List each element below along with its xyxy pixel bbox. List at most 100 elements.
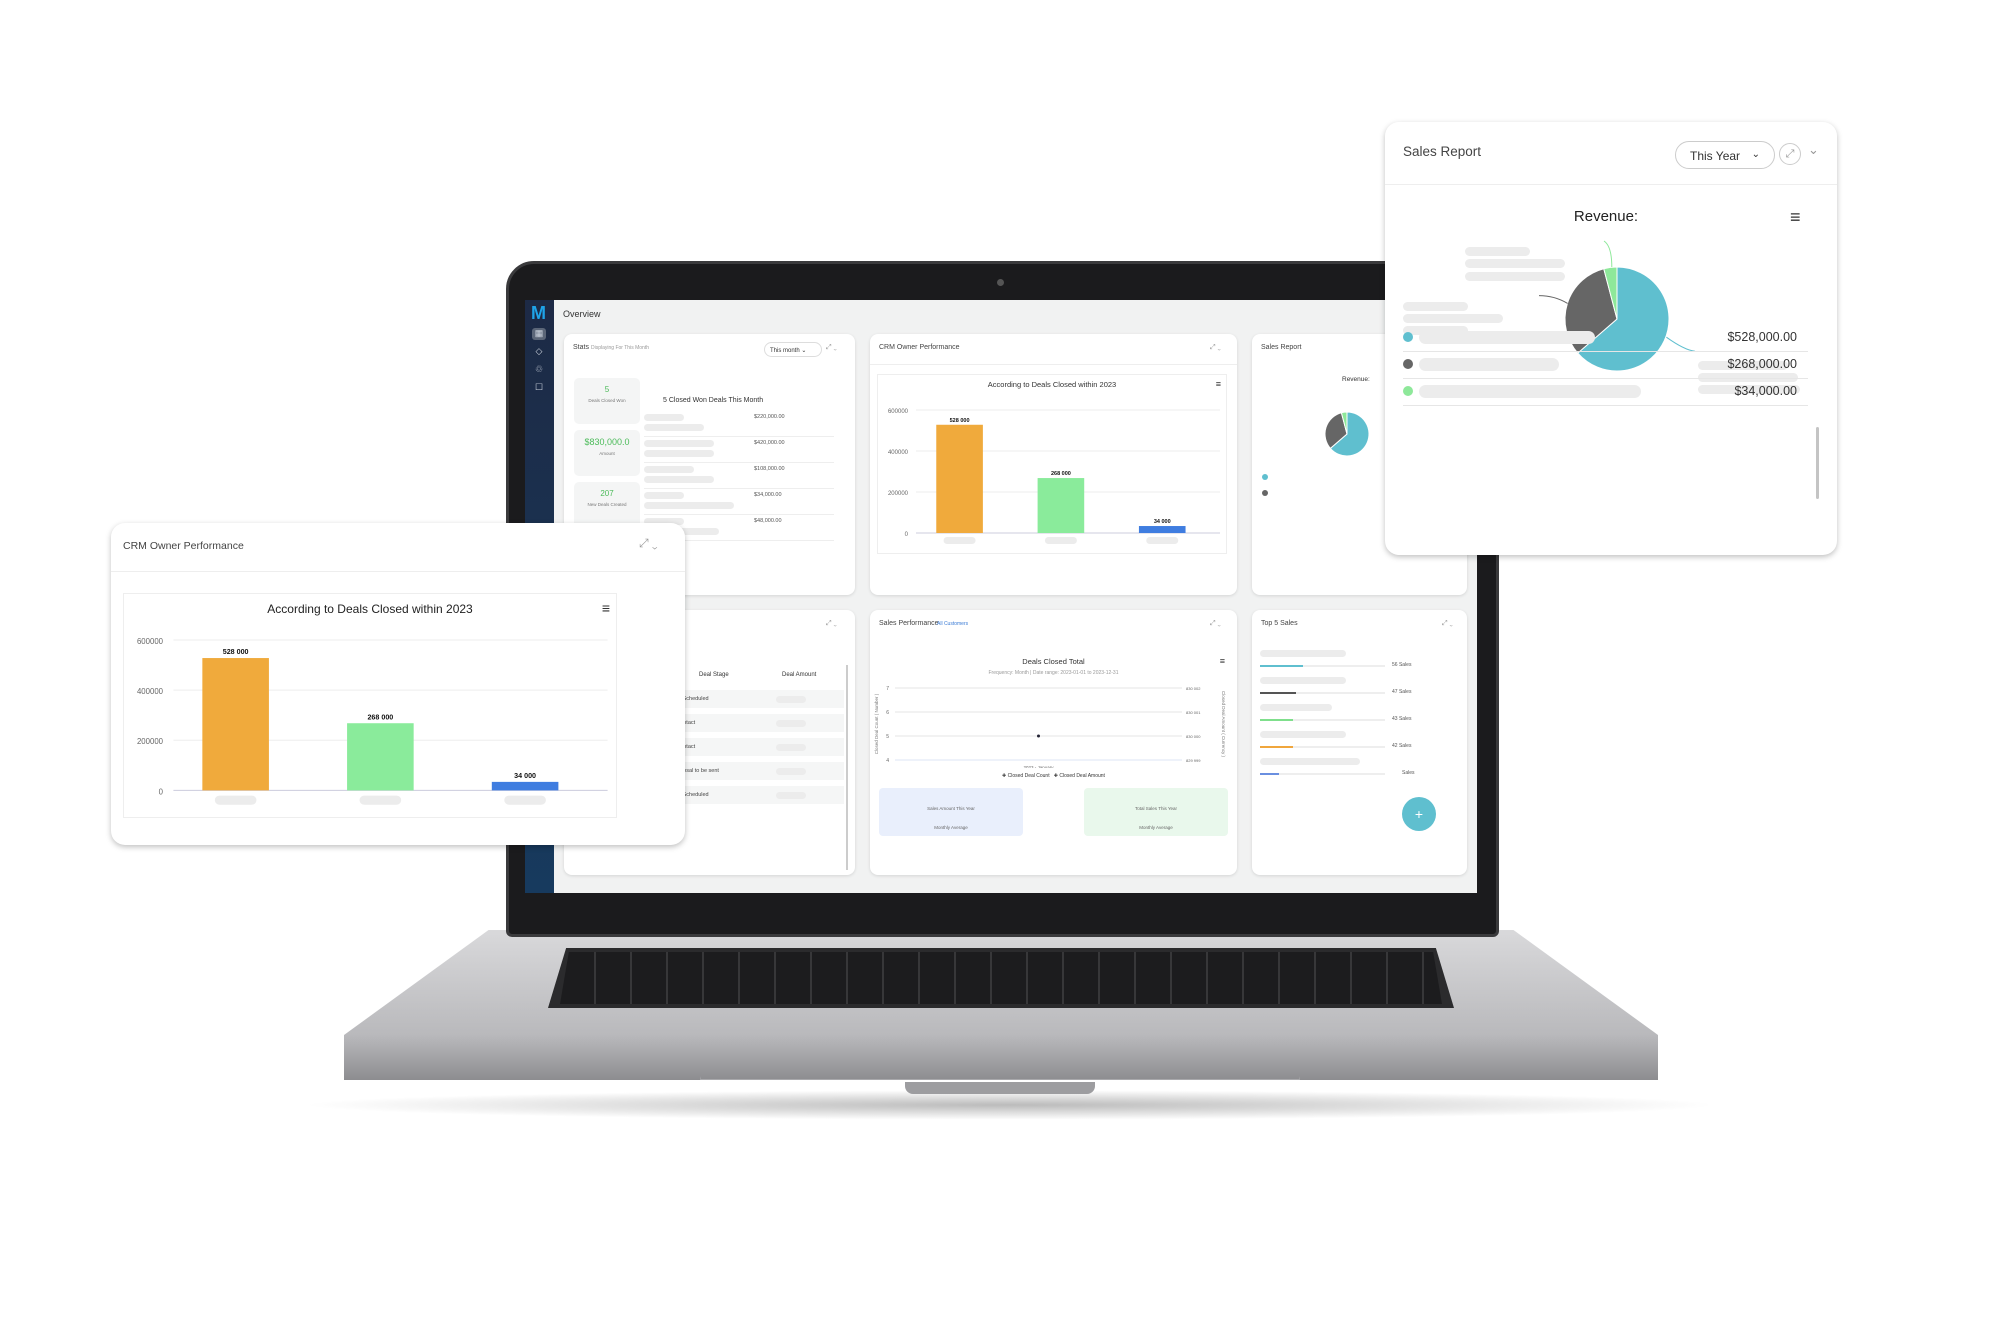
placeholder-bar [644, 466, 694, 473]
bar [347, 723, 414, 791]
legend-value: $268,000.00 [1727, 357, 1797, 371]
placeholder-bar [644, 440, 714, 447]
y-tick-label: 0 [905, 532, 909, 538]
placeholder-bar [644, 450, 714, 457]
kpi-label: Amount [599, 451, 615, 456]
top5-card: Top 5 Sales ⤢ ⌄ 56 Sales 47 Sales 43 Sales… [1252, 610, 1467, 875]
callout-label-placeholder [1403, 314, 1503, 323]
expand-icon[interactable]: ⤢ ⌄ [1210, 620, 1221, 628]
lid-notch [905, 1082, 1095, 1094]
floating-sales-report-card: Sales Report This Year ⌄ ⤢ ⌄ Revenue: ≡ $… [1385, 122, 1837, 555]
x-label-placeholder [359, 795, 402, 805]
card-subtitle: Displaying For This Month [591, 345, 649, 351]
data-label: 34 000 [514, 772, 536, 780]
scrollbar[interactable] [1816, 427, 1819, 499]
column-header: Deal Stage [699, 672, 729, 678]
expand-icon[interactable]: ⤢ ⌄ [826, 620, 837, 628]
legend-item[interactable]: ✚ Closed Deal Count [1002, 773, 1050, 779]
period-dropdown[interactable]: This month ⌄ [764, 342, 822, 357]
callout-label-placeholder [1465, 272, 1565, 281]
y-left-tick: 4 [886, 758, 889, 764]
divider [644, 514, 834, 515]
summary-total-sales: Total Sales This Year Monthly Average [1084, 788, 1228, 836]
bar-chart: 0 200000 400000 600000 528 000 268 000 34 000 [888, 409, 1220, 544]
column-header: Deal Amount [782, 672, 817, 678]
kpi-label: New Deals Created [587, 502, 627, 507]
data-label: 528 000 [223, 648, 249, 656]
placeholder-bar [644, 476, 714, 483]
y-left-tick: 6 [886, 710, 889, 716]
progress-fill [1260, 692, 1297, 694]
bar [491, 781, 559, 791]
data-point [1037, 734, 1040, 738]
sales-count: 42 Sales [1392, 743, 1412, 749]
expand-icon[interactable]: ⤢ ⌄ [639, 536, 658, 551]
progress-track [1260, 773, 1385, 775]
line-chart: 4 829 999 5 830 000 6 830 001 7 830 002 2023 - J… [874, 686, 1226, 768]
trackpad [700, 1010, 1300, 1080]
bar [1138, 526, 1186, 533]
period-dropdown[interactable]: This Year ⌄ [1675, 141, 1775, 169]
scrollbar[interactable] [846, 665, 848, 870]
legend-item[interactable]: ✚ Closed Deal Amount [1054, 773, 1105, 779]
tag-icon[interactable]: ◇ [532, 346, 546, 358]
contact-icon[interactable]: ☐ [532, 382, 546, 394]
y-right-tick: 830 001 [1186, 710, 1201, 715]
data-label: 268 000 [1051, 471, 1071, 477]
sales-performance-card: Sales Performance All Customers ⤢ ⌄ Deal… [870, 610, 1237, 875]
card-title: CRM Owner Performance [123, 540, 244, 552]
logo: M [531, 303, 546, 323]
chevron-down-icon[interactable]: ⌄ [1808, 142, 1819, 158]
customers-link[interactable]: All Customers [937, 621, 968, 627]
divider [644, 436, 834, 437]
add-fab-button[interactable]: + [1402, 797, 1436, 831]
data-label: 34 000 [1154, 519, 1171, 525]
placeholder-bar [1260, 677, 1346, 684]
camera [997, 279, 1004, 286]
bar-chart-frame: According to Deals Closed within 2023 ≡ … [123, 593, 617, 818]
callout-label-placeholder [1403, 302, 1468, 311]
progress-fill [1260, 665, 1303, 667]
callout-label-placeholder [1465, 259, 1565, 268]
summary-sales-amount: Sales Amount This Year Monthly Average [879, 788, 1023, 836]
kpi-value: $830,000.0 [584, 437, 630, 447]
placeholder-bar [1260, 650, 1346, 657]
dropdown-value: This month [770, 348, 800, 354]
placeholder-bar [1260, 731, 1346, 738]
y-left-axis-label: Closed Deal Count ( Number ) [874, 693, 879, 754]
expand-icon[interactable]: ⤢ ⌄ [1442, 620, 1453, 628]
expand-icon[interactable]: ⤢ ⌄ [826, 344, 837, 352]
bar [1037, 478, 1085, 533]
sales-count: 43 Sales [1392, 716, 1412, 722]
y-tick-label: 400000 [137, 687, 164, 696]
placeholder-bar [644, 414, 684, 421]
y-tick-label: 200000 [137, 737, 164, 746]
divider [644, 462, 834, 463]
x-label-placeholder [1044, 537, 1077, 544]
deal-amount: $34,000.00 [754, 492, 782, 498]
deal-amount: $420,000.00 [754, 440, 785, 446]
y-tick-label: 0 [159, 787, 164, 796]
y-right-tick: 829 999 [1186, 758, 1201, 763]
expand-icon[interactable]: ⤢ ⌄ [1210, 344, 1221, 352]
placeholder-bar [1419, 358, 1559, 371]
divider [1403, 405, 1808, 406]
y-left-tick: 7 [886, 686, 889, 692]
placeholder-bar [776, 720, 806, 727]
legend-dot [1403, 332, 1413, 342]
divider [1403, 378, 1808, 379]
y-right-axis-label: Closed Deal Amount ( Currency ) [1221, 691, 1226, 758]
expand-icon[interactable]: ⤢ [1779, 143, 1801, 165]
chart-menu-icon[interactable]: ≡ [1220, 656, 1225, 666]
y-tick-label: 200000 [888, 491, 909, 497]
y-right-tick: 830 002 [1186, 686, 1201, 691]
chart-title: According to Deals Closed within 2023 [987, 380, 1117, 389]
laptop-shadow [300, 1090, 1720, 1120]
chart-menu-icon[interactable]: ≡ [1216, 379, 1221, 389]
x-label-placeholder [214, 795, 257, 805]
dashboard-icon[interactable]: ▦ [532, 328, 546, 340]
callout-line [1603, 240, 1613, 268]
crm-card: CRM Owner Performance ⤢ ⌄ According to D… [870, 334, 1237, 595]
sales-count: 47 Sales [1392, 689, 1412, 695]
handshake-icon[interactable]: ♲ [532, 364, 546, 376]
